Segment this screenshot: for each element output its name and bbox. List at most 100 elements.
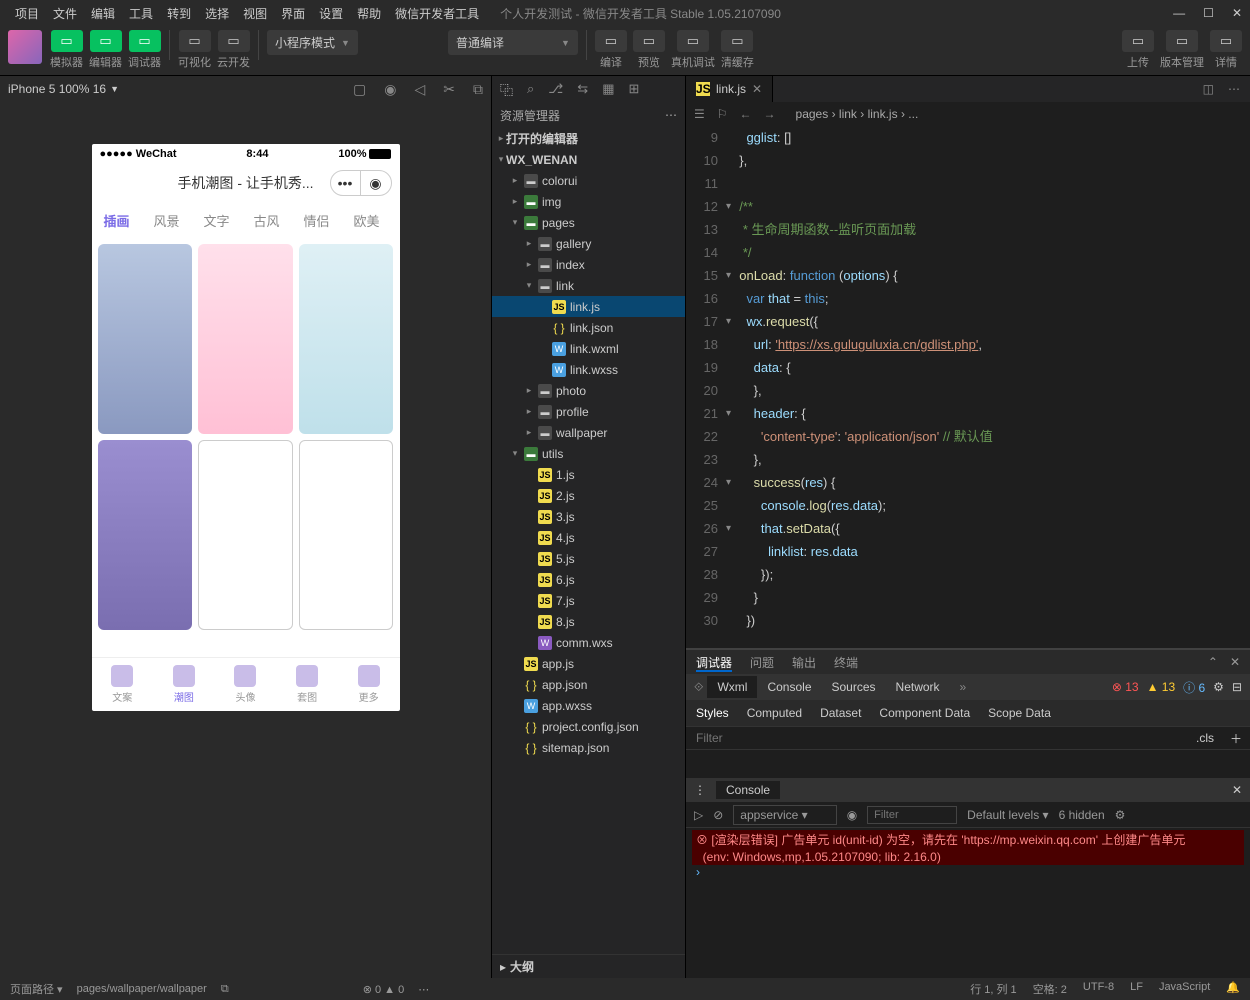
style-tab-Dataset[interactable]: Dataset: [820, 706, 861, 720]
category-tab[interactable]: 插画: [92, 211, 142, 230]
tree-item-gallery[interactable]: ▸▬gallery: [492, 233, 685, 254]
menu-选择[interactable]: 选择: [198, 7, 236, 21]
tree-item-link[interactable]: ▾▬link: [492, 275, 685, 296]
close-icon[interactable]: ✕: [1230, 655, 1240, 669]
dock-icon[interactable]: ⊟: [1232, 680, 1242, 694]
warn-badge[interactable]: ▲ 13: [1147, 680, 1176, 694]
menu-微信开发者工具[interactable]: 微信开发者工具: [388, 7, 486, 21]
style-tab-Scope Data[interactable]: Scope Data: [988, 706, 1051, 720]
page-path-label[interactable]: 页面路径 ▾: [10, 981, 63, 997]
tabbar-item[interactable]: 套图: [296, 665, 318, 704]
tabbar-item[interactable]: 更多: [358, 665, 380, 704]
category-tab[interactable]: 古风: [242, 211, 292, 230]
breadcrumb[interactable]: pages › link › link.js › ...: [796, 107, 919, 121]
popout-icon[interactable]: ⧉: [473, 81, 483, 98]
panel-tab-问题[interactable]: 问题: [750, 656, 774, 670]
console-prompt[interactable]: ›: [692, 865, 1244, 879]
layout-icon[interactable]: ▦: [602, 81, 614, 97]
tool-模拟器[interactable]: ▭模拟器: [50, 30, 83, 70]
context-select[interactable]: appservice ▾: [733, 805, 836, 825]
menu-帮助[interactable]: 帮助: [350, 7, 388, 21]
tool-调试器[interactable]: ▭调试器: [128, 30, 161, 70]
page-path[interactable]: pages/wallpaper/wallpaper: [77, 983, 207, 995]
record-icon[interactable]: ◉: [384, 81, 396, 98]
tree-item-index[interactable]: ▸▬index: [492, 254, 685, 275]
console-filter-input[interactable]: [867, 806, 957, 824]
play-icon[interactable]: ▷: [694, 808, 703, 822]
list-icon[interactable]: ☰: [694, 107, 705, 121]
menu-dots-icon[interactable]: •••: [331, 171, 361, 195]
files-icon[interactable]: ⿻: [500, 80, 513, 99]
add-icon[interactable]: ＋: [1222, 730, 1250, 747]
tree-item-4.js[interactable]: JS4.js: [492, 527, 685, 548]
more-tabs-icon[interactable]: »: [960, 680, 967, 694]
style-tab-Styles[interactable]: Styles: [696, 706, 729, 720]
tree-item-comm.wxs[interactable]: Wcomm.wxs: [492, 632, 685, 653]
style-tab-Computed[interactable]: Computed: [747, 706, 802, 720]
devtools-tab-Sources[interactable]: Sources: [822, 676, 886, 698]
code-editor[interactable]: gglist: [] }, /** * 生命周期函数--监听页面加载 */ on…: [732, 126, 1250, 648]
error-badge[interactable]: ⊗ 13: [1112, 680, 1139, 694]
cursor-pos[interactable]: 行 1, 列 1: [970, 981, 1016, 997]
eye-icon[interactable]: ◉: [847, 808, 857, 822]
more-icon[interactable]: ⋯: [665, 108, 677, 122]
wallpaper-card[interactable]: [198, 440, 293, 630]
menu-设置[interactable]: 设置: [312, 7, 350, 21]
device-icon[interactable]: ▢: [353, 81, 366, 98]
back-icon[interactable]: ←: [740, 107, 752, 121]
style-filter-input[interactable]: [686, 731, 1188, 745]
close-icon[interactable]: ✕: [1232, 783, 1242, 797]
bookmark-icon[interactable]: ⚐: [717, 107, 728, 121]
menu-界面[interactable]: 界面: [274, 7, 312, 21]
tree-item-link.js[interactable]: JSlink.js: [492, 296, 685, 317]
tree-item-app.json[interactable]: { }app.json: [492, 674, 685, 695]
menu-项目[interactable]: 项目: [8, 7, 46, 21]
indent[interactable]: 空格: 2: [1033, 981, 1067, 997]
tree-item-6.js[interactable]: JS6.js: [492, 569, 685, 590]
tree-item-utils[interactable]: ▾▬utils: [492, 443, 685, 464]
tree-item-1.js[interactable]: JS1.js: [492, 464, 685, 485]
more-icon[interactable]: ⋮: [694, 783, 706, 797]
compile-select[interactable]: 普通编译▼: [448, 30, 578, 55]
inspect-icon[interactable]: ⟐: [694, 680, 703, 695]
cls-button[interactable]: .cls: [1188, 731, 1222, 745]
search-icon[interactable]: ⌕: [527, 81, 534, 97]
clear-icon[interactable]: ⊘: [713, 808, 723, 822]
tree-item-wallpaper[interactable]: ▸▬wallpaper: [492, 422, 685, 443]
diff-icon[interactable]: ⇆: [577, 81, 588, 97]
wallpaper-card[interactable]: [98, 244, 193, 434]
tree-item-link.wxml[interactable]: Wlink.wxml: [492, 338, 685, 359]
tool-清缓存[interactable]: ▭清缓存: [721, 30, 754, 70]
gear-icon[interactable]: ⚙: [1115, 808, 1126, 822]
hidden-count[interactable]: 6 hidden: [1059, 808, 1105, 822]
branch-icon[interactable]: ⎇: [548, 81, 563, 97]
close-icon[interactable]: ✕: [1232, 6, 1242, 20]
tool-真机调试[interactable]: ▭真机调试: [671, 30, 715, 70]
bell-icon[interactable]: 🔔: [1226, 981, 1240, 997]
tool-详情[interactable]: ▭详情: [1210, 30, 1242, 70]
devtools-tab-Network[interactable]: Network: [886, 676, 950, 698]
ext-icon[interactable]: ⊞: [628, 81, 639, 97]
panel-tab-输出[interactable]: 输出: [792, 656, 816, 670]
category-tab[interactable]: 明星: [392, 211, 400, 230]
tree-item-img[interactable]: ▸▬img: [492, 191, 685, 212]
editor-tab[interactable]: JS link.js ✕: [686, 76, 773, 102]
category-tab[interactable]: 情侣: [292, 211, 342, 230]
tabbar-item[interactable]: 潮图: [173, 665, 195, 704]
split-icon[interactable]: ◫: [1203, 82, 1214, 96]
problems[interactable]: ⊗ 0 ▲ 0: [363, 983, 405, 996]
mode-select[interactable]: 小程序模式▼: [267, 30, 358, 55]
panel-tab-终端[interactable]: 终端: [834, 656, 858, 670]
tool-云开发[interactable]: ▭云开发: [217, 30, 250, 70]
outline-section[interactable]: ▸大纲: [492, 954, 685, 978]
gear-icon[interactable]: ⚙: [1213, 680, 1224, 694]
style-tab-Component Data[interactable]: Component Data: [879, 706, 970, 720]
wallpaper-card[interactable]: [299, 440, 394, 630]
console-tab[interactable]: Console: [716, 781, 780, 799]
tool-版本管理[interactable]: ▭版本管理: [1160, 30, 1204, 70]
tree-item-photo[interactable]: ▸▬photo: [492, 380, 685, 401]
wallpaper-card[interactable]: [198, 244, 293, 434]
category-tab[interactable]: 风景: [142, 211, 192, 230]
avatar[interactable]: [8, 30, 42, 64]
project-section[interactable]: ▾WX_WENAN: [492, 149, 685, 170]
